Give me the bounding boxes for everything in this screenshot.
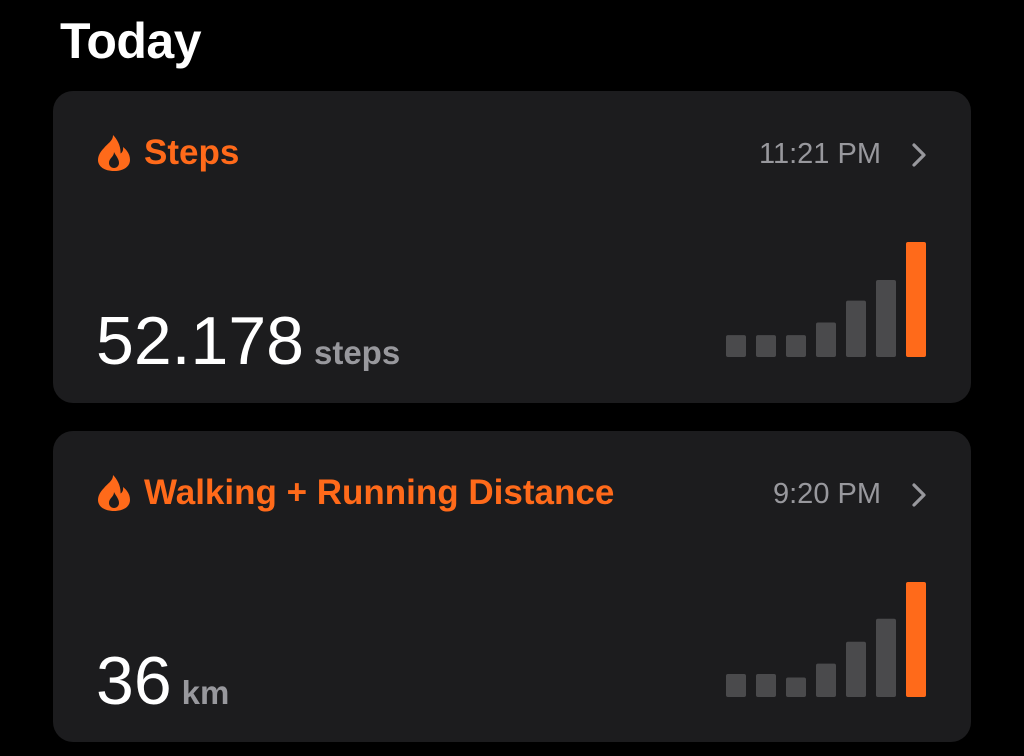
history-bar [876, 279, 896, 357]
history-bar [876, 618, 896, 697]
card-header: Steps [97, 131, 239, 175]
history-bar [816, 322, 836, 357]
history-bar [756, 674, 776, 697]
current-bar [906, 582, 926, 697]
value-row: 36 km [96, 641, 229, 721]
card-header: Walking + Running Distance [97, 471, 614, 515]
current-bar [906, 242, 926, 357]
chevron-right-icon [912, 143, 926, 167]
history-bar [786, 335, 806, 357]
history-bar [756, 335, 776, 357]
history-bar [846, 641, 866, 697]
history-bar [816, 663, 836, 697]
flame-icon [98, 135, 130, 171]
timestamp: 9:20 PM [773, 478, 881, 510]
page-title: Today [60, 13, 202, 69]
card-title: Steps [144, 133, 240, 172]
flame-icon [98, 475, 130, 511]
timestamp: 11:21 PM [759, 138, 881, 170]
history-bar [726, 335, 746, 357]
distance-mini-chart [726, 582, 926, 697]
history-bar [786, 677, 806, 697]
steps-mini-chart [726, 242, 926, 357]
steps-unit: steps [313, 334, 401, 371]
chevron-right-icon [912, 483, 926, 507]
steps-card[interactable]: Steps 11:21 PM 52.178 steps [53, 91, 971, 403]
value-row: 52.178 steps [96, 301, 400, 381]
history-bar [846, 300, 866, 357]
distance-card[interactable]: Walking + Running Distance 9:20 PM 36 km [53, 431, 971, 742]
history-bar [726, 674, 746, 697]
card-title: Walking + Running Distance [144, 473, 615, 512]
distance-unit: km [181, 674, 230, 711]
distance-value: 36 [96, 643, 172, 719]
steps-value: 52.178 [96, 303, 304, 379]
